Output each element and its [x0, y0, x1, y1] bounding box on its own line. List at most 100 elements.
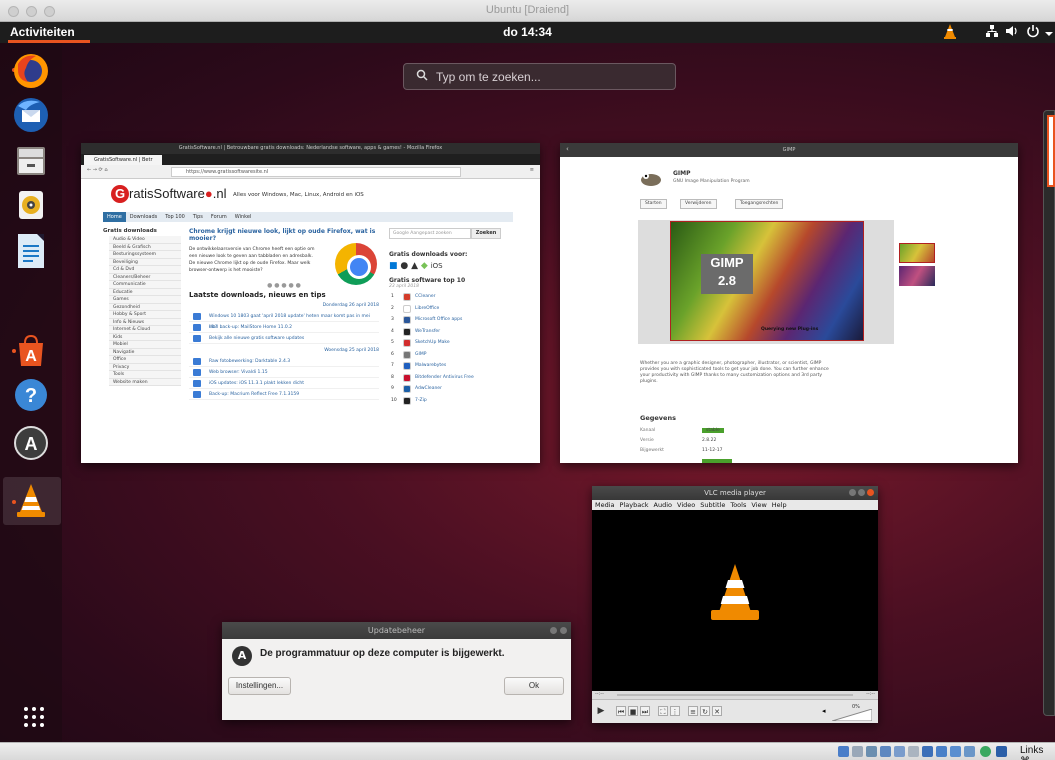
video-capture-icon[interactable]	[936, 746, 947, 757]
optical-drive-icon[interactable]	[852, 746, 863, 757]
start-button[interactable]: Starten	[640, 199, 667, 209]
category-item[interactable]: Navigatie	[109, 348, 181, 356]
clock[interactable]: do 14:34	[0, 25, 1055, 39]
menu-winkel[interactable]: Winkel	[231, 212, 256, 222]
category-item[interactable]: Mobiel	[109, 341, 181, 349]
top10-item[interactable]: 4 WeTransfer	[389, 326, 507, 338]
shuffle-icon[interactable]: ✕	[712, 706, 722, 716]
mouse-integration-icon[interactable]	[996, 746, 1007, 757]
audio-icon[interactable]	[866, 746, 877, 757]
category-item[interactable]: Games	[109, 296, 181, 304]
close-button[interactable]	[560, 627, 567, 634]
category-item[interactable]: Cd & Dvd	[109, 266, 181, 274]
vlc-menu-item[interactable]: Subtitle	[700, 501, 725, 509]
disk-icon[interactable]	[838, 746, 849, 757]
news-item[interactable]: Web browser: Vivaldi 1.15	[189, 367, 379, 378]
vlc-icon[interactable]	[11, 481, 51, 521]
files-icon[interactable]	[11, 141, 51, 181]
category-item[interactable]: Internet & Cloud	[109, 326, 181, 334]
menu-icon[interactable]: ≡	[530, 167, 534, 173]
gratissoftware-logo[interactable]: GratisSoftware●.nl	[111, 185, 226, 203]
menu-tips[interactable]: Tips	[189, 212, 207, 222]
category-item[interactable]: Website maken	[109, 378, 181, 386]
speaker-icon[interactable]: ◂	[822, 707, 826, 715]
fullscreen-icon[interactable]: ⛶	[658, 706, 668, 716]
vlc-menu-item[interactable]: Tools	[730, 501, 746, 509]
virtualization-icon[interactable]	[980, 746, 991, 757]
gimp-splash-screenshot[interactable]: GIMP 2.8 Querying new Plug-ins	[670, 221, 864, 341]
help-icon[interactable]: ?	[11, 375, 51, 415]
volume-icon[interactable]	[1005, 24, 1019, 41]
ubuntu-software-icon[interactable]: A	[11, 331, 51, 371]
windows-icon[interactable]: ■	[389, 261, 398, 271]
site-search-button[interactable]: Zoeken	[471, 228, 501, 239]
close-button[interactable]	[867, 489, 874, 496]
category-item[interactable]: Besturingssysteem	[109, 251, 181, 259]
workspace-switcher[interactable]	[1043, 110, 1055, 716]
rhythmbox-icon[interactable]	[11, 185, 51, 225]
top10-item[interactable]: 7 Malwarebytes	[389, 360, 507, 372]
nav-arrows-icon[interactable]: ← → ⟳ ⌂	[87, 167, 108, 173]
stop-icon[interactable]: ■	[628, 706, 638, 716]
vlc-menu-item[interactable]: View	[751, 501, 766, 509]
ios-icon[interactable]: iOS	[431, 262, 443, 270]
category-item[interactable]: Communicatie	[109, 281, 181, 289]
back-arrow-icon[interactable]: ‹	[566, 145, 569, 153]
remove-button[interactable]: Verwijderen	[680, 199, 717, 209]
network-icon[interactable]	[985, 24, 999, 41]
seek-bar[interactable]: --:-- --:--	[592, 691, 878, 699]
firefox-url-bar[interactable]: https://www.gratissoftwaresite.nl	[171, 167, 461, 177]
vlc-menu-item[interactable]: Help	[772, 501, 787, 509]
linux-icon[interactable]: ▲	[411, 261, 418, 271]
category-item[interactable]: Beeld & Grafisch	[109, 243, 181, 251]
recording-icon[interactable]	[950, 746, 961, 757]
top10-item[interactable]: 10 7-Zip	[389, 395, 507, 407]
network-adapter-icon[interactable]	[880, 746, 891, 757]
category-item[interactable]: Kids	[109, 333, 181, 341]
ok-button[interactable]: Ok	[504, 677, 564, 695]
top10-item[interactable]: 9 AdwCleaner	[389, 383, 507, 395]
vlc-menu-item[interactable]: Video	[677, 501, 695, 509]
gimp-software-window-thumbnail[interactable]: GIMP ‹ GIMP GNU Image Manipulation Progr…	[560, 143, 1018, 463]
software-updater-icon[interactable]: A	[11, 423, 51, 463]
category-item[interactable]: Tools	[109, 371, 181, 379]
power-icon[interactable]	[1026, 24, 1040, 41]
site-search-input[interactable]: Google Aangepast zoeken	[389, 228, 471, 239]
volume-slider[interactable]: 0%	[831, 704, 873, 723]
menu-forum[interactable]: Forum	[207, 212, 231, 222]
minimize-button[interactable]	[849, 489, 856, 496]
news-item[interactable]: iOS updates: iOS 11.3.1 plakt lekken dic…	[189, 378, 379, 389]
category-item[interactable]: Privacy	[109, 363, 181, 371]
category-item[interactable]: Beveiliging	[109, 258, 181, 266]
screenshot-thumbnail[interactable]	[899, 266, 935, 286]
firefox-tab[interactable]: GratisSoftware.nl | Betr	[84, 155, 162, 165]
chevron-down-icon[interactable]	[1045, 27, 1053, 41]
category-item[interactable]: Hobby & Sport	[109, 311, 181, 319]
apple-icon[interactable]: ●	[400, 261, 408, 271]
menu-top100[interactable]: Top 100	[161, 212, 189, 222]
news-item[interactable]: Raw fotobewerking: Darktable 2.4.3	[189, 356, 379, 367]
news-item[interactable]: Back-up: Macrium Reflect Free 7.1.3159	[189, 389, 379, 400]
android-icon[interactable]: ◆	[421, 261, 428, 271]
settings-button[interactable]: Instellingen...	[228, 677, 291, 695]
previous-icon[interactable]: ⏮	[616, 706, 626, 716]
category-item[interactable]: Gezondheid	[109, 303, 181, 311]
menu-downloads[interactable]: Downloads	[126, 212, 161, 222]
category-item[interactable]: Cleaners/Beheer	[109, 273, 181, 281]
headline[interactable]: Chrome krijgt nieuwe look, lijkt op oude…	[189, 228, 379, 242]
cpu-icon[interactable]	[964, 746, 975, 757]
update-manager-window[interactable]: Updatebeheer A De programmatuur op deze …	[222, 622, 571, 720]
firefox-window-thumbnail[interactable]: GratisSoftware.nl | Betrouwbare gratis d…	[81, 143, 540, 463]
category-item[interactable]: Educatie	[109, 288, 181, 296]
extended-settings-icon[interactable]: ⋮	[670, 706, 680, 716]
vlc-tray-icon[interactable]	[942, 23, 958, 43]
firefox-icon[interactable]	[11, 51, 51, 91]
libreoffice-writer-icon[interactable]	[11, 231, 51, 271]
maximize-button[interactable]	[858, 489, 865, 496]
category-item[interactable]: Info & Nieuws	[109, 318, 181, 326]
news-item[interactable]: Mail back-up: MailStore Home 11.0.2	[189, 322, 379, 333]
category-item[interactable]: Office	[109, 356, 181, 364]
vlc-menu-item[interactable]: Playback	[620, 501, 649, 509]
menu-home[interactable]: Home	[103, 212, 126, 222]
top10-item[interactable]: 2 LibreOffice	[389, 303, 507, 315]
